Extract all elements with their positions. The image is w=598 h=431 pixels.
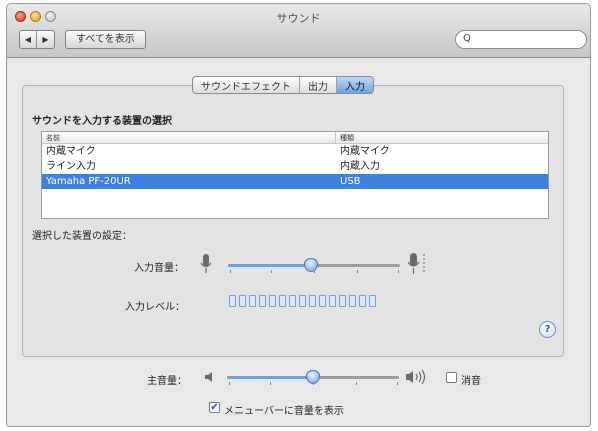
microphone-high-icon bbox=[407, 253, 425, 274]
search-field[interactable]: Q bbox=[455, 30, 587, 49]
table-row[interactable]: 内蔵マイク 内蔵マイク bbox=[42, 144, 548, 159]
slider-tick bbox=[271, 270, 272, 273]
input-device-section-title: サウンドを入力する装置の選択 bbox=[32, 116, 172, 127]
level-meter-cell bbox=[349, 295, 356, 307]
window-title: サウンド bbox=[276, 12, 321, 25]
output-volume-label: 主音量： bbox=[147, 376, 187, 387]
show-volume-in-menubar-label: メニューバーに音量を表示 bbox=[224, 406, 344, 417]
show-volume-in-menubar-checkbox[interactable]: ✔ bbox=[209, 402, 220, 413]
show-all-button[interactable]: すべてを表示 bbox=[65, 30, 146, 49]
table-row-selected[interactable]: Yamaha PF-20UR USB bbox=[42, 174, 548, 189]
help-button[interactable]: ? bbox=[539, 321, 556, 338]
device-name: 内蔵マイク bbox=[46, 146, 96, 157]
back-arrow-icon: ◀ bbox=[24, 35, 32, 44]
column-header-name[interactable]: 名前 bbox=[42, 132, 336, 143]
slider-tick bbox=[398, 270, 399, 273]
tab-sound-effects[interactable]: サウンドエフェクト bbox=[193, 77, 300, 93]
tab-output[interactable]: 出力 bbox=[300, 77, 337, 93]
level-meter-cell bbox=[329, 295, 336, 307]
input-volume-slider[interactable] bbox=[228, 258, 400, 273]
level-meter-cell bbox=[259, 295, 266, 307]
column-header-type[interactable]: 種類 bbox=[336, 132, 354, 143]
forward-button[interactable]: ▶ bbox=[37, 31, 54, 48]
mute-label: 消音 bbox=[461, 376, 481, 387]
selected-device-settings-label: 選択した装置の設定： bbox=[32, 231, 132, 242]
slider-tick bbox=[230, 270, 231, 273]
input-level-label: 入力レベル： bbox=[125, 302, 185, 313]
input-volume-label: 入力音量： bbox=[134, 263, 184, 274]
slider-tick bbox=[314, 270, 315, 273]
input-volume-thumb[interactable] bbox=[303, 258, 318, 272]
window-toolbar: サウンド ◀ ▶ すべてを表示 Q bbox=[7, 4, 590, 58]
slider-tick bbox=[270, 382, 271, 385]
slider-tick bbox=[229, 382, 230, 385]
level-meter-cell bbox=[289, 295, 296, 307]
tab-input[interactable]: 入力 bbox=[337, 77, 373, 93]
table-row[interactable]: ライン入力 内蔵入力 bbox=[42, 159, 548, 174]
device-type: USB bbox=[340, 176, 361, 187]
input-device-table: 名前 種類 内蔵マイク 内蔵マイク ライン入力 内蔵入力 Yamaha PF-2… bbox=[41, 131, 549, 219]
input-level-meter bbox=[229, 295, 376, 307]
output-volume-slider[interactable] bbox=[227, 370, 399, 385]
speaker-high-icon bbox=[406, 369, 426, 385]
level-meter-cell bbox=[299, 295, 306, 307]
speaker-low-icon bbox=[205, 372, 212, 382]
slider-tick bbox=[357, 270, 358, 273]
level-meter-cell bbox=[369, 295, 376, 307]
level-meter-cell bbox=[309, 295, 316, 307]
device-type: 内蔵マイク bbox=[340, 146, 390, 157]
level-meter-cell bbox=[269, 295, 276, 307]
history-nav: ◀ ▶ bbox=[19, 30, 55, 49]
level-meter-cell bbox=[359, 295, 366, 307]
input-volume-fill bbox=[228, 264, 311, 267]
pane-tabs: サウンドエフェクト 出力 入力 bbox=[192, 76, 374, 94]
level-meter-cell bbox=[319, 295, 326, 307]
search-icon: Q bbox=[463, 33, 471, 44]
device-name: ライン入力 bbox=[46, 161, 96, 172]
level-meter-cell bbox=[279, 295, 286, 307]
level-meter-cell bbox=[339, 295, 346, 307]
device-type: 内蔵入力 bbox=[340, 161, 380, 172]
slider-tick bbox=[313, 382, 314, 385]
slider-tick bbox=[397, 382, 398, 385]
slider-tick bbox=[356, 382, 357, 385]
mute-checkbox[interactable] bbox=[446, 372, 457, 383]
table-header: 名前 種類 bbox=[42, 132, 548, 144]
output-volume-fill bbox=[227, 376, 313, 379]
microphone-low-icon bbox=[200, 254, 212, 273]
back-button[interactable]: ◀ bbox=[20, 31, 37, 48]
level-meter-cell bbox=[239, 295, 246, 307]
forward-arrow-icon: ▶ bbox=[42, 35, 49, 44]
device-name: Yamaha PF-20UR bbox=[46, 176, 131, 187]
level-meter-cell bbox=[229, 295, 236, 307]
level-meter-cell bbox=[249, 295, 256, 307]
